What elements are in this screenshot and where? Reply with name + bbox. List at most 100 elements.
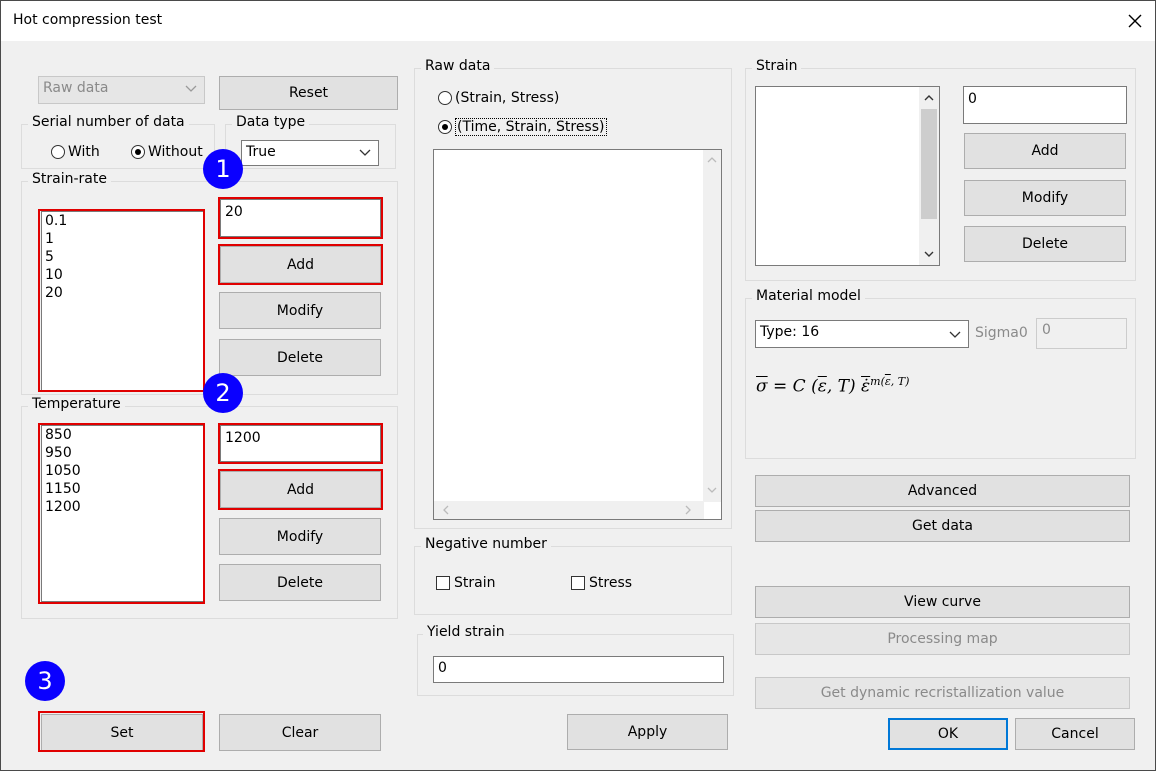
raw-data-group-label: Raw data	[421, 58, 495, 74]
list-item[interactable]: 0.1	[42, 212, 203, 230]
serial-without-radio[interactable]: Without	[131, 144, 203, 160]
strain-input[interactable]: 0	[963, 86, 1127, 124]
strain-rate-group-label: Strain-rate	[28, 171, 111, 187]
step-badge-1: 1	[203, 149, 243, 189]
list-item[interactable]: 5	[42, 248, 203, 266]
dialog-window: Hot compression test Raw data Reset Seri…	[0, 0, 1156, 771]
strain-rate-input[interactable]: 20	[220, 199, 381, 237]
list-item[interactable]: 950	[42, 444, 203, 462]
cancel-button-label: Cancel	[1051, 726, 1099, 742]
view-curve-button[interactable]: View curve	[755, 586, 1130, 618]
window-title: Hot compression test	[13, 12, 163, 28]
raw-strain-stress-radio[interactable]: (Strain, Stress)	[438, 90, 559, 106]
strain-rate-modify-label: Modify	[276, 302, 324, 319]
serial-with-label: With	[68, 144, 100, 160]
raw-time-strain-stress-radio[interactable]: (Time, Strain, Stress)	[438, 118, 607, 136]
source-select-value: Raw data	[43, 80, 109, 96]
get-drx-value-button[interactable]: Get dynamic recristallization value	[755, 677, 1130, 709]
list-item[interactable]: 1200	[42, 498, 203, 516]
scroll-up-icon	[924, 95, 934, 101]
temperature-modify-button[interactable]: Modify	[219, 518, 381, 555]
list-item[interactable]: 850	[42, 426, 203, 444]
list-item[interactable]: 20	[42, 284, 203, 302]
strain-rate-list[interactable]: 0.1 1 5 10 20	[41, 211, 204, 391]
raw-data-textarea[interactable]	[433, 149, 722, 520]
strain-add-button[interactable]: Add	[964, 133, 1126, 169]
cancel-button[interactable]: Cancel	[1015, 718, 1135, 750]
material-type-value: Type: 16	[760, 324, 820, 340]
list-item[interactable]: 1	[42, 230, 203, 248]
vertical-scrollbar[interactable]	[703, 150, 721, 502]
serial-with-radio[interactable]: With	[51, 144, 100, 160]
get-data-button-label: Get data	[912, 518, 973, 534]
temperature-delete-label: Delete	[277, 574, 323, 591]
material-type-select[interactable]: Type: 16	[755, 320, 969, 348]
temperature-add-button[interactable]: Add	[220, 471, 381, 508]
strain-rate-delete-label: Delete	[277, 349, 323, 366]
data-type-select[interactable]: True	[241, 140, 379, 166]
get-drx-value-button-label: Get dynamic recristallization value	[820, 685, 1065, 701]
processing-map-button-label: Processing map	[887, 631, 998, 647]
apply-button[interactable]: Apply	[567, 714, 728, 750]
radio-selected-icon	[438, 120, 452, 134]
strain-add-label: Add	[1031, 143, 1059, 159]
serial-number-group-label: Serial number of data	[28, 114, 189, 130]
strain-modify-button[interactable]: Modify	[964, 180, 1126, 216]
strain-rate-add-label: Add	[286, 256, 315, 273]
set-button-label: Set	[110, 724, 134, 741]
close-button[interactable]	[1119, 5, 1151, 37]
scroll-left-icon	[443, 505, 449, 515]
temperature-list[interactable]: 850 950 1050 1150 1200	[41, 425, 204, 602]
vertical-scrollbar[interactable]	[919, 87, 939, 265]
sigma0-input[interactable]: 0	[1036, 318, 1127, 349]
radio-unselected-icon	[438, 91, 452, 105]
clear-button[interactable]: Clear	[219, 714, 381, 751]
strain-group-label: Strain	[752, 58, 802, 74]
chevron-down-icon	[185, 85, 197, 92]
raw-strain-stress-label: (Strain, Stress)	[455, 90, 560, 106]
negative-number-group-label: Negative number	[421, 536, 551, 552]
yield-strain-input[interactable]: 0	[433, 656, 724, 683]
scroll-down-icon	[707, 487, 717, 493]
strain-rate-delete-button[interactable]: Delete	[219, 339, 381, 376]
advanced-button[interactable]: Advanced	[755, 475, 1130, 507]
negative-strain-checkbox[interactable]: Strain	[436, 575, 495, 591]
strain-rate-add-button[interactable]: Add	[220, 246, 381, 283]
negative-stress-checkbox[interactable]: Stress	[571, 575, 632, 591]
list-item[interactable]: 10	[42, 266, 203, 284]
temperature-group-label: Temperature	[28, 396, 125, 412]
material-model-group-label: Material model	[752, 288, 865, 304]
list-item[interactable]: 1050	[42, 462, 203, 480]
step-badge-3: 3	[25, 661, 65, 701]
close-icon	[1128, 14, 1142, 28]
ok-button[interactable]: OK	[888, 718, 1008, 750]
serial-without-label: Without	[148, 144, 203, 160]
set-button[interactable]: Set	[41, 714, 203, 751]
strain-delete-button[interactable]: Delete	[964, 226, 1126, 262]
radio-unselected-icon	[51, 145, 65, 159]
source-select[interactable]: Raw data	[38, 76, 205, 104]
temperature-add-label: Add	[286, 481, 315, 498]
title-bar: Hot compression test	[1, 1, 1155, 41]
strain-list[interactable]	[755, 86, 940, 266]
strain-modify-label: Modify	[1021, 190, 1069, 206]
list-item[interactable]: 1150	[42, 480, 203, 498]
temperature-input[interactable]: 1200	[220, 425, 381, 462]
reset-button[interactable]: Reset	[219, 76, 398, 110]
radio-selected-icon	[131, 145, 145, 159]
temperature-delete-button[interactable]: Delete	[219, 564, 381, 601]
processing-map-button[interactable]: Processing map	[755, 623, 1130, 655]
reset-button-label: Reset	[288, 85, 329, 101]
scrollbar-thumb[interactable]	[921, 109, 937, 219]
data-type-group-label: Data type	[232, 114, 310, 130]
negative-stress-label: Stress	[589, 575, 633, 591]
scroll-up-icon	[707, 157, 717, 163]
raw-time-strain-stress-label: (Time, Strain, Stress)	[455, 118, 607, 136]
checkbox-unchecked-icon	[571, 576, 585, 590]
get-data-button[interactable]: Get data	[755, 510, 1130, 542]
sigma0-label: Sigma0	[975, 325, 1028, 341]
ok-button-label: OK	[937, 726, 959, 742]
strain-rate-modify-button[interactable]: Modify	[219, 292, 381, 329]
horizontal-scrollbar[interactable]	[434, 501, 704, 519]
chevron-down-icon	[359, 149, 371, 156]
